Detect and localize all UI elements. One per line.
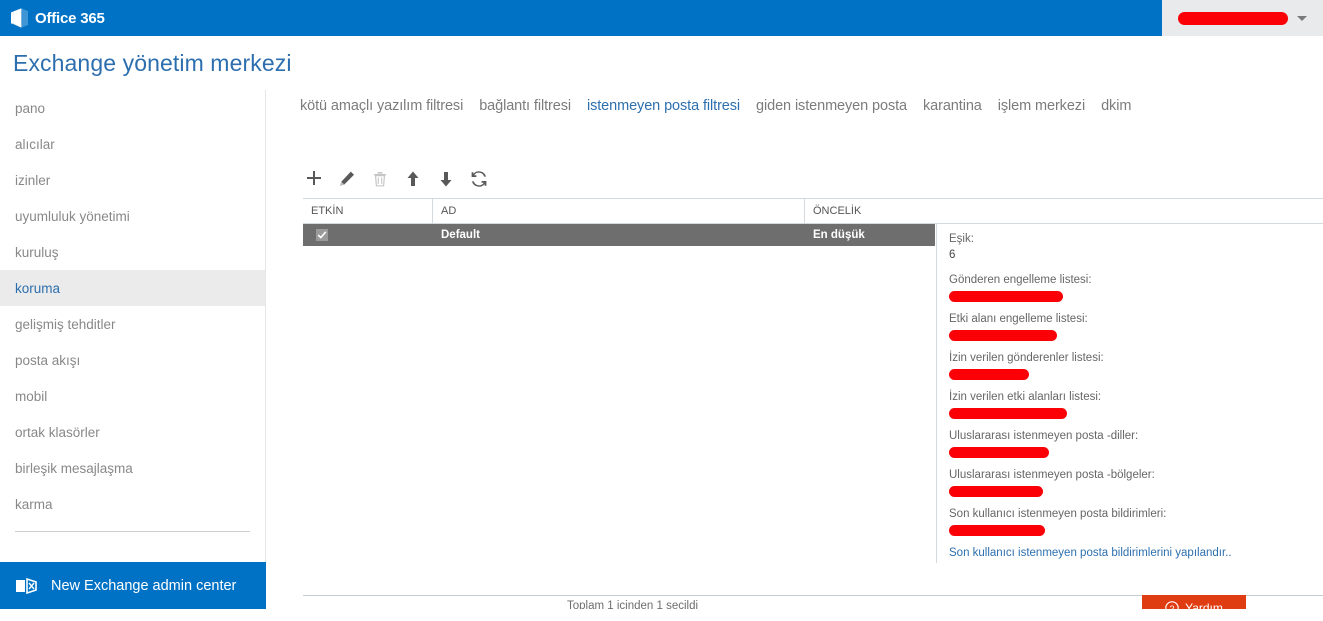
bottom-strip <box>0 609 1323 621</box>
account-name-redacted <box>1178 11 1288 25</box>
detail-value-etki-alani-engelleme-listesi-redacted <box>949 330 1057 341</box>
cell-oncelik: En düşük <box>813 229 865 241</box>
new-exchange-admin-center-banner[interactable]: New Exchange admin center <box>0 562 266 609</box>
detail-label-izin-verilen-etki-alanlari-listesi: İzin verilen etki alanları listesi: <box>949 391 1102 403</box>
tab-istenmeyen-posta-filtresi[interactable]: istenmeyen posta filtresi <box>587 98 740 114</box>
detail-label-uluslararasi-istenmeyen-posta-diller: Uluslararası istenmeyen posta -diller: <box>949 430 1139 442</box>
sidebar-divider <box>15 531 250 532</box>
detail-label-esik: Eşik: <box>949 233 974 245</box>
office365-brand[interactable]: Office 365 <box>0 8 105 28</box>
sidebar-item-kurulus[interactable]: kuruluş <box>0 234 265 270</box>
tab-karantina[interactable]: karantina <box>923 98 982 114</box>
sidebar: pano alıcılar izinler uyumluluk yönetimi… <box>0 90 266 562</box>
sidebar-item-label: izinler <box>15 172 51 188</box>
add-icon[interactable] <box>303 168 325 190</box>
detail-pane: Eşik: 6 Gönderen engelleme listesi: Etki… <box>936 224 1323 563</box>
sidebar-item-koruma[interactable]: koruma <box>0 270 265 306</box>
sidebar-item-alicilar[interactable]: alıcılar <box>0 126 265 162</box>
page-title: Exchange yönetim merkezi <box>13 50 292 76</box>
sidebar-item-karma[interactable]: karma <box>0 486 265 522</box>
sidebar-item-label: karma <box>15 496 53 512</box>
edit-icon[interactable] <box>336 168 358 190</box>
delete-icon <box>369 168 391 190</box>
table-header-row: ETKİN AD ÖNCELİK <box>303 198 935 224</box>
sidebar-item-gelismis-tehditler[interactable]: gelişmiş tehditler <box>0 306 265 342</box>
detail-label-etki-alani-engelleme-listesi: Etki alanı engelleme listesi: <box>949 313 1088 325</box>
exchange-logo-icon <box>16 577 37 594</box>
row-checkbox[interactable] <box>316 229 328 241</box>
sidebar-item-label: gelişmiş tehditler <box>15 316 116 332</box>
office-logo-icon <box>11 8 28 28</box>
cell-ad: Default <box>441 229 480 241</box>
tab-baglanti-filtresi[interactable]: bağlantı filtresi <box>479 98 571 114</box>
sidebar-item-pano[interactable]: pano <box>0 90 265 126</box>
detail-value-izin-verilen-gonderenler-listesi-redacted <box>949 369 1029 380</box>
account-menu[interactable] <box>1162 0 1323 36</box>
sidebar-item-izinler[interactable]: izinler <box>0 162 265 198</box>
detail-label-uluslararasi-istenmeyen-posta-bolgeler: Uluslararası istenmeyen posta -bölgeler: <box>949 469 1155 481</box>
move-down-icon[interactable] <box>435 168 457 190</box>
configure-end-user-notifications-link[interactable]: Son kullanıcı istenmeyen posta bildiriml… <box>949 545 1323 561</box>
detail-label-gonderen-engelleme-listesi: Gönderen engelleme listesi: <box>949 274 1092 286</box>
sidebar-item-label: kuruluş <box>15 244 59 260</box>
sidebar-item-label: koruma <box>15 280 61 296</box>
detail-value-esik: 6 <box>949 249 956 261</box>
sidebar-item-label: birleşik mesajlaşma <box>15 460 133 476</box>
refresh-icon[interactable] <box>468 168 490 190</box>
detail-value-izin-verilen-etki-alanlari-listesi-redacted <box>949 408 1067 419</box>
header-rule-right <box>935 198 1323 224</box>
sidebar-item-label: pano <box>15 100 46 116</box>
table-row[interactable]: Default En düşük <box>303 224 935 246</box>
sidebar-item-uyumluluk-yonetimi[interactable]: uyumluluk yönetimi <box>0 198 265 234</box>
detail-value-uluslararasi-istenmeyen-posta-bolgeler-redacted <box>949 486 1043 497</box>
sidebar-item-label: alıcılar <box>15 136 55 152</box>
column-header-oncelik[interactable]: ÖNCELİK <box>805 199 935 223</box>
detail-label-izin-verilen-gonderenler-listesi: İzin verilen gönderenler listesi: <box>949 352 1104 364</box>
sidebar-item-label: uyumluluk yönetimi <box>15 208 130 224</box>
detail-value-son-kullanici-istenmeyen-posta-bildirimleri-redacted <box>949 525 1045 536</box>
sidebar-item-birlesik-mesajlasma[interactable]: birleşik mesajlaşma <box>0 450 265 486</box>
office365-brand-label: Office 365 <box>35 9 105 27</box>
move-up-icon[interactable] <box>402 168 424 190</box>
sidebar-item-label: mobil <box>15 388 48 404</box>
sidebar-item-label: posta akışı <box>15 352 81 368</box>
column-header-ad[interactable]: AD <box>433 199 805 223</box>
suite-bar: Office 365 <box>0 0 1323 36</box>
tab-giden-istenmeyen-posta[interactable]: giden istenmeyen posta <box>756 98 907 114</box>
toolbar <box>303 168 490 190</box>
detail-value-gonderen-engelleme-listesi-redacted <box>949 291 1063 302</box>
new-eac-label: New Exchange admin center <box>51 577 237 594</box>
sidebar-item-posta-akisi[interactable]: posta akışı <box>0 342 265 378</box>
chevron-down-icon[interactable] <box>1297 15 1307 21</box>
rule-list: ETKİN AD ÖNCELİK Default En düşük <box>303 198 935 563</box>
tab-islem-merkezi[interactable]: işlem merkezi <box>998 98 1085 114</box>
detail-label-son-kullanici-istenmeyen-posta-bildirimleri: Son kullanıcı istenmeyen posta bildiriml… <box>949 508 1167 520</box>
sidebar-item-label: ortak klasörler <box>15 424 100 440</box>
tab-kotu-amacli-yazilim-filtresi[interactable]: kötü amaçlı yazılım filtresi <box>300 98 463 114</box>
tab-strip: kötü amaçlı yazılım filtresi bağlantı fi… <box>300 98 1131 114</box>
detail-value-uluslararasi-istenmeyen-posta-diller-redacted <box>949 447 1049 458</box>
column-header-etkin[interactable]: ETKİN <box>303 199 433 223</box>
tab-dkim[interactable]: dkim <box>1101 98 1131 114</box>
cell-etkin <box>303 229 433 241</box>
sidebar-item-ortak-klasorler[interactable]: ortak klasörler <box>0 414 265 450</box>
sidebar-item-mobil[interactable]: mobil <box>0 378 265 414</box>
